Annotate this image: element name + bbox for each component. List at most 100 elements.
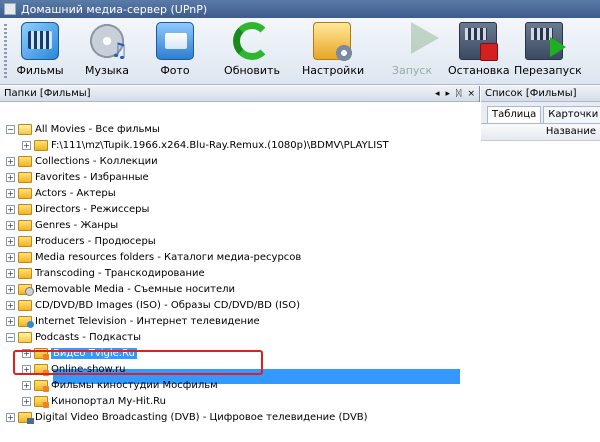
expand-icon[interactable]: + — [6, 220, 15, 230]
expand-icon[interactable]: + — [6, 412, 15, 422]
expand-icon[interactable]: + — [6, 236, 15, 246]
start-icon — [393, 22, 439, 60]
tree-node[interactable]: + Collections - Коллекции — [6, 153, 158, 169]
tab-table[interactable]: Таблица — [487, 106, 542, 123]
expand-icon[interactable]: + — [6, 204, 15, 214]
tree-node-label: Collections - Коллекции — [35, 155, 158, 167]
column-header-name[interactable]: Название — [481, 124, 600, 141]
expand-icon[interactable]: + — [6, 156, 15, 166]
folder-icon — [18, 267, 32, 279]
folder-open-icon — [18, 123, 32, 135]
pin-icon[interactable]: ᛞ — [456, 89, 461, 99]
folder-icon — [18, 219, 32, 231]
collapse-icon[interactable]: − — [6, 124, 15, 134]
music-cd-icon — [88, 22, 128, 62]
folder-icon — [18, 299, 32, 311]
stop-server-icon — [459, 22, 498, 61]
folder-open-icon — [18, 331, 32, 343]
tree-node-label: All Movies - Все фильмы — [35, 123, 160, 135]
films-button[interactable]: Фильмы — [10, 20, 70, 82]
internet-tv-icon — [18, 315, 34, 328]
tree-node-label: Podcasts - Подкасты — [35, 331, 142, 343]
restart-server-icon — [525, 22, 566, 60]
start-button[interactable]: Запуск — [382, 20, 442, 82]
folder-icon — [18, 171, 32, 183]
dvb-icon — [18, 411, 34, 424]
expand-icon[interactable]: + — [6, 316, 15, 326]
toolbar: Фильмы Музыка Фото Обновить Настройки За… — [0, 18, 600, 85]
tree-node-label: CD/DVD/BD Images (ISO) - Образы CD/DVD/B… — [35, 299, 300, 311]
removable-media-icon — [18, 283, 34, 296]
tree-node[interactable]: + Internet Television - Интернет телевиде… — [6, 313, 260, 329]
expand-icon[interactable]: + — [6, 252, 15, 262]
list-panel: Список [Фильмы] Таблица Карточки Названи… — [481, 86, 600, 442]
tree-node[interactable]: + Genres - Жанры — [6, 217, 118, 233]
photo-album-icon — [156, 22, 194, 60]
folder-icon — [18, 235, 32, 247]
tree-node[interactable]: + Directors - Режиссеры — [6, 201, 149, 217]
folders-panel: Папки [Фильмы] ◂ ▸ ᛞ × − All Movies - Все… — [0, 86, 480, 442]
settings-button[interactable]: Настройки — [302, 20, 364, 82]
tree-node-label: Media resources folders - Каталоги медиа… — [35, 251, 302, 263]
restart-button[interactable]: Перезапуск — [514, 20, 582, 82]
tree-node[interactable]: + Removable Media - Съемные носители — [6, 281, 235, 297]
app-icon — [4, 3, 16, 15]
tree-node[interactable]: + Кинопортал My-Hit.Ru — [22, 393, 166, 409]
panel-next-icon[interactable]: ▸ — [446, 89, 451, 99]
tree-node-label: Фильмы киностудии Мосфильм — [51, 379, 218, 391]
tree-node[interactable]: − All Movies - Все фильмы — [6, 121, 160, 137]
list-panel-header: Список [Фильмы] — [481, 86, 600, 102]
refresh-button[interactable]: Обновить — [222, 20, 282, 82]
refresh-icon — [233, 22, 271, 60]
tree-node[interactable]: + Digital Video Broadcasting (DVB) - Цифр… — [6, 409, 368, 425]
expand-icon[interactable]: + — [6, 188, 15, 198]
tree-node[interactable]: + Actors - Актеры — [6, 185, 116, 201]
expand-icon[interactable]: + — [6, 268, 15, 278]
folder-icon — [18, 203, 32, 215]
folders-panel-title: Папки [Фильмы] — [4, 88, 91, 99]
tree-node-label: Genres - Жанры — [35, 219, 119, 231]
folder-icon — [18, 187, 32, 199]
tree-node[interactable]: + Favorites - Избранные — [6, 169, 149, 185]
folder-icon — [18, 155, 32, 167]
tree-node-label: Favorites - Избранные — [35, 171, 149, 183]
tree-node[interactable]: − Podcasts - Подкасты — [6, 329, 141, 345]
expand-icon[interactable]: + — [6, 172, 15, 182]
tree-node[interactable]: + Фильмы киностудии Мосфильм — [22, 377, 218, 393]
title-bar: Домашний медиа-сервер (UPnP) — [0, 0, 600, 18]
close-icon[interactable]: × — [467, 89, 475, 99]
tree-node[interactable]: + Producers - Продюсеры — [6, 233, 156, 249]
tree-node-label: Internet Television - Интернет телевиден… — [35, 315, 260, 327]
podcast-feed-icon — [34, 395, 49, 408]
tree-node-label: Removable Media - Съемные носители — [35, 283, 236, 295]
view-tabs: Таблица Карточки — [481, 102, 600, 124]
expand-icon[interactable]: + — [22, 380, 31, 390]
list-panel-title: Список [Фильмы] — [485, 88, 577, 99]
tree-node[interactable]: + Media resources folders - Каталоги меди… — [6, 249, 301, 265]
expand-icon[interactable]: + — [6, 284, 15, 294]
window-title: Домашний медиа-сервер (UPnP) — [21, 2, 208, 16]
photo-button[interactable]: Фото — [145, 20, 205, 82]
tree-node-label: Actors - Актеры — [35, 187, 116, 199]
tree-node-label: Transcoding - Транскодирование — [35, 267, 205, 279]
expand-icon[interactable]: + — [22, 396, 31, 406]
tree-node[interactable]: + CD/DVD/BD Images (ISO) - Образы CD/DVD/… — [6, 297, 300, 313]
toolbar-grip[interactable] — [4, 24, 7, 79]
podcast-feed-icon — [34, 379, 49, 392]
folder-icon — [18, 251, 32, 263]
settings-icon — [313, 22, 353, 62]
folders-panel-header: Папки [Фильмы] ◂ ▸ ᛞ × — [0, 86, 479, 102]
tree-node-label: Directors - Режиссеры — [35, 203, 150, 215]
panel-prev-icon[interactable]: ◂ — [435, 89, 440, 99]
tree-node[interactable]: + F:\111\mz\Tupik.1966.x264.Blu-Ray.Remux… — [22, 137, 389, 153]
music-button[interactable]: Музыка — [77, 20, 137, 82]
expand-icon[interactable]: + — [22, 140, 31, 150]
annotation-outline — [13, 350, 263, 375]
expand-icon[interactable]: + — [6, 300, 15, 310]
folder-tree[interactable]: − All Movies - Все фильмы + F:\111\mz\Tupik… — [0, 102, 480, 442]
collapse-icon[interactable]: − — [6, 332, 15, 342]
tree-node-label: F:\111\mz\Tupik.1966.x264.Blu-Ray.Remux.… — [51, 139, 389, 151]
tree-node[interactable]: + Transcoding - Транскодирование — [6, 265, 205, 281]
stop-button[interactable]: Остановка — [448, 20, 510, 82]
tab-cards[interactable]: Карточки — [543, 106, 600, 123]
